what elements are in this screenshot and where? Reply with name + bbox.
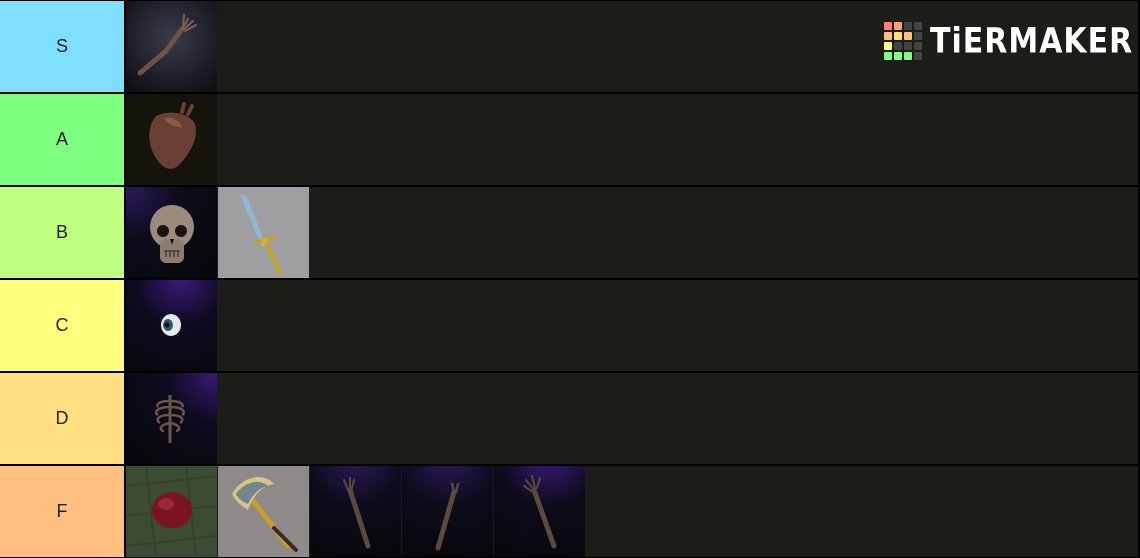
- tier-label-d[interactable]: D: [0, 373, 124, 464]
- tier-items-a[interactable]: [126, 94, 1138, 185]
- tier-label-f[interactable]: F: [0, 466, 124, 557]
- item-eyeball[interactable]: [126, 280, 217, 371]
- tier-items-d[interactable]: [126, 373, 1138, 464]
- item-red-orb[interactable]: [126, 466, 217, 557]
- tier-items-c[interactable]: [126, 280, 1138, 371]
- tier-items-f[interactable]: [126, 466, 1138, 557]
- item-sword[interactable]: [218, 187, 309, 278]
- item-skull[interactable]: [126, 187, 217, 278]
- tier-row-a: A: [0, 94, 1140, 185]
- item-golden-axe[interactable]: [218, 466, 309, 557]
- tier-label-b[interactable]: B: [0, 187, 124, 278]
- tier-row-f: F: [0, 466, 1140, 557]
- item-bone-arm-1[interactable]: [310, 466, 401, 557]
- tier-label-c[interactable]: C: [0, 280, 124, 371]
- tier-row-c: C: [0, 280, 1140, 371]
- item-bone-arm-2[interactable]: [402, 466, 493, 557]
- tier-row-b: B: [0, 187, 1140, 278]
- tier-list-board: S A B C D F TiERMAKER: [0, 0, 1140, 558]
- item-heart[interactable]: [126, 94, 217, 185]
- tier-label-s[interactable]: S: [0, 1, 124, 92]
- logo-grid-icon: [884, 22, 922, 60]
- item-bone-arm-3[interactable]: [494, 466, 585, 557]
- tier-label-a[interactable]: A: [0, 94, 124, 185]
- item-skeleton-arm[interactable]: [126, 1, 217, 92]
- tiermaker-logo[interactable]: TiERMAKER: [884, 20, 1133, 62]
- tier-row-d: D: [0, 373, 1140, 464]
- item-ribcage[interactable]: [126, 373, 217, 464]
- tier-items-b[interactable]: [126, 187, 1138, 278]
- logo-text: TiERMAKER: [930, 20, 1134, 62]
